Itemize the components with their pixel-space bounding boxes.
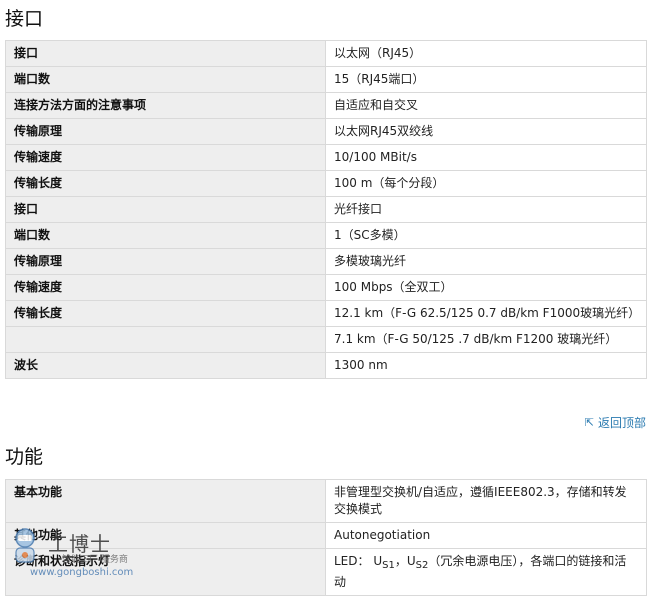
spec-value: 7.1 km（F-G 50/125 .7 dB/km F1200 玻璃光纤） <box>325 326 647 353</box>
spec-value: 以太网（RJ45） <box>325 40 647 67</box>
spec-key: 传输原理 <box>5 248 326 275</box>
table-row: 传输速度 100 Mbps（全双工） <box>5 274 647 301</box>
table-row: 接口 以太网（RJ45） <box>5 40 647 67</box>
table-row: 接口 光纤接口 <box>5 196 647 223</box>
spec-key: 传输长度 <box>5 300 326 327</box>
table-row: 端口数 1（SC多模） <box>5 222 647 249</box>
spec-value: 光纤接口 <box>325 196 647 223</box>
table-row: 波长 1300 nm <box>5 352 647 379</box>
spec-value: Autonegotiation <box>325 522 647 549</box>
spec-key: 接口 <box>5 196 326 223</box>
table-row: 传输长度 100 m（每个分段） <box>5 170 647 197</box>
spec-value: 以太网RJ45双绞线 <box>325 118 647 145</box>
table-row: 连接方法方面的注意事项 自适应和自交叉 <box>5 92 647 119</box>
interface-spec-table: 接口 以太网（RJ45） 端口数 15（RJ45端口） 连接方法方面的注意事项 自适应… <box>5 40 647 379</box>
spec-key: 其他功能 <box>5 522 326 549</box>
us1-label: US1 <box>373 554 395 571</box>
spec-value: LED： US1，US2（冗余电源电压），各端口的链接和活动 <box>325 548 647 596</box>
spec-key: 基本功能 <box>5 479 326 523</box>
table-row: 传输原理 多模玻璃光纤 <box>5 248 647 275</box>
function-spec-table: 基本功能 非管理型交换机/自适应，遵循IEEE802.3，存储和转发交换模式 其他… <box>5 479 647 596</box>
us2-label: US2 <box>406 554 429 571</box>
spec-key: 端口数 <box>5 66 326 93</box>
spec-key: 诊断和状态指示灯 <box>5 548 326 596</box>
table-row: 传输速度 10/100 MBit/s <box>5 144 647 171</box>
table-row: 传输原理 以太网RJ45双绞线 <box>5 118 647 145</box>
spec-key: 波长 <box>5 352 326 379</box>
table-row: 其他功能 Autonegotiation <box>5 522 647 549</box>
spec-key: 连接方法方面的注意事项 <box>5 92 326 119</box>
spec-value: 1（SC多模） <box>325 222 647 249</box>
spec-value: 非管理型交换机/自适应，遵循IEEE802.3，存储和转发交换模式 <box>325 479 647 523</box>
section-title-function: 功能 <box>5 446 44 468</box>
section-title-interface: 接口 <box>5 8 44 30</box>
spec-key: 接口 <box>5 40 326 67</box>
back-to-top-label: 返回顶部 <box>597 416 646 430</box>
spec-key: 传输长度 <box>5 170 326 197</box>
table-row: 传输长度 12.1 km（F-G 62.5/125 0.7 dB/km F1000… <box>5 300 647 327</box>
spec-value: 1300 nm <box>325 352 647 379</box>
table-row: 诊断和状态指示灯 LED： US1，US2（冗余电源电压），各端口的链接和活动 <box>5 548 647 596</box>
spec-value: 12.1 km（F-G 62.5/125 0.7 dB/km F1000玻璃光纤… <box>325 300 647 327</box>
spec-key: 传输速度 <box>5 274 326 301</box>
corner-arrow-icon: ⇱ <box>584 416 594 429</box>
spec-value: 15（RJ45端口） <box>325 66 647 93</box>
spec-value: 10/100 MBit/s <box>325 144 647 171</box>
table-row: 基本功能 非管理型交换机/自适应，遵循IEEE802.3，存储和转发交换模式 <box>5 479 647 523</box>
spec-key <box>5 326 326 353</box>
spec-value: 多模玻璃光纤 <box>325 248 647 275</box>
spec-key: 传输原理 <box>5 118 326 145</box>
table-row: 7.1 km（F-G 50/125 .7 dB/km F1200 玻璃光纤） <box>5 326 647 353</box>
spec-value: 自适应和自交叉 <box>325 92 647 119</box>
back-to-top-link[interactable]: ⇱ 返回顶部 <box>585 414 646 431</box>
spec-key: 端口数 <box>5 222 326 249</box>
spec-value: 100 m（每个分段） <box>325 170 647 197</box>
spec-key: 传输速度 <box>5 144 326 171</box>
led-prefix: LED： <box>334 554 370 568</box>
table-row: 端口数 15（RJ45端口） <box>5 66 647 93</box>
spec-value: 100 Mbps（全双工） <box>325 274 647 301</box>
